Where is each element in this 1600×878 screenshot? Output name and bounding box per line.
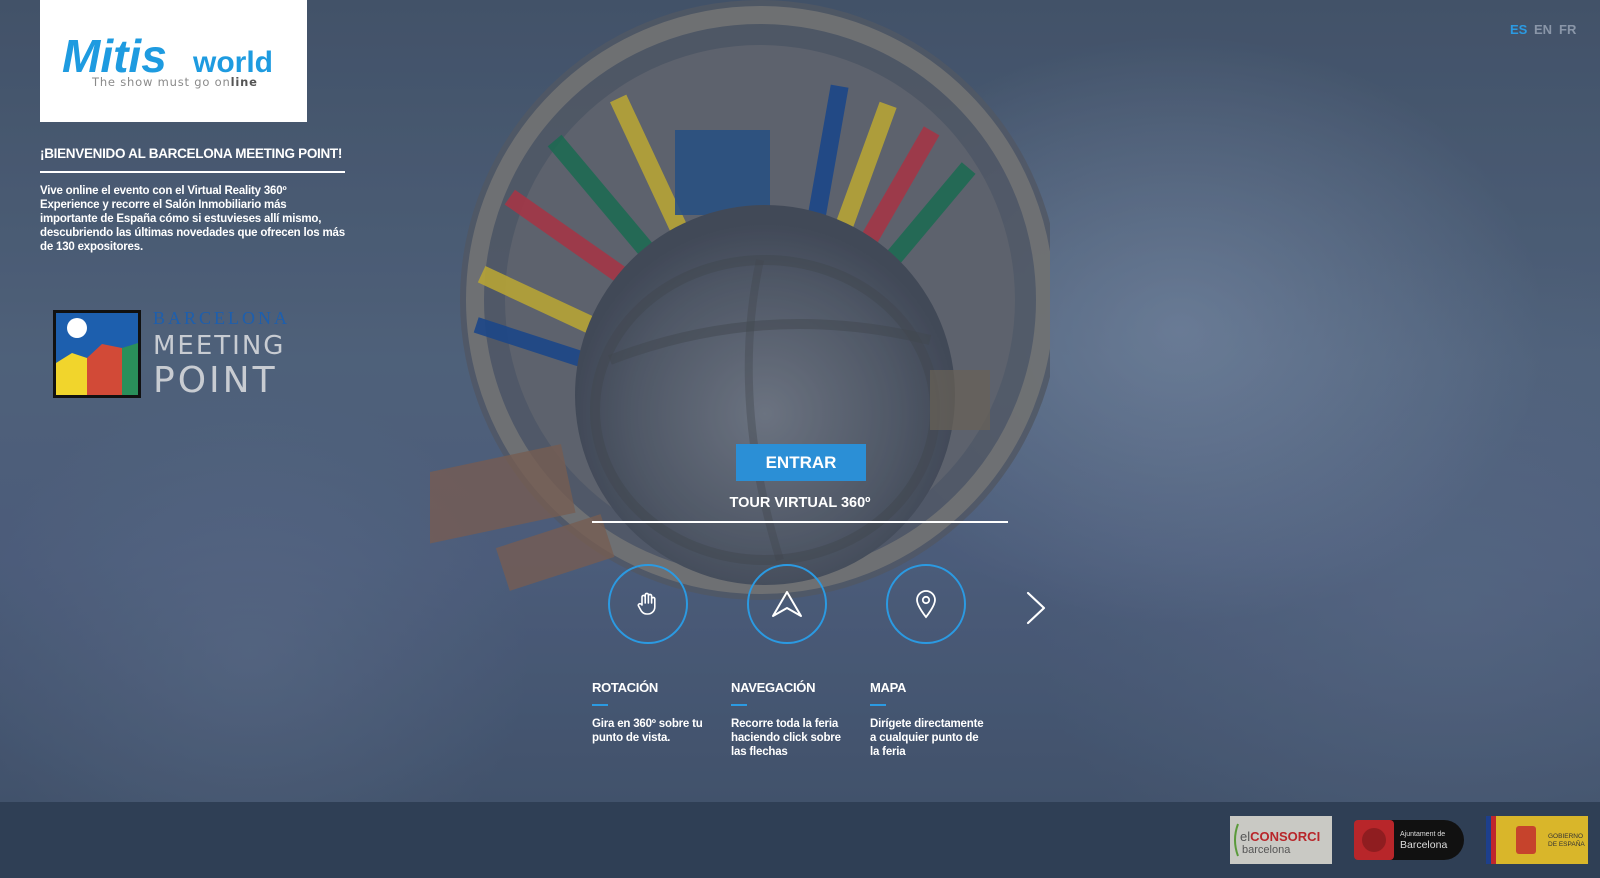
svg-text:Barcelona: Barcelona [1400, 839, 1447, 851]
welcome-divider [40, 171, 345, 173]
navigation-description: Recorre toda la feria haciendo click sob… [731, 718, 841, 758]
tour-title: TOUR VIRTUAL 360º [729, 495, 871, 511]
tour-divider [592, 521, 1008, 523]
svg-text:barcelona: barcelona [1242, 844, 1291, 856]
mitisworld-logo-graphic: Mitis world The show must go online [62, 30, 273, 89]
bmp-logo-graphic: BARCELONA MEETING POINT [53, 308, 290, 401]
svg-text:GOBIERNO: GOBIERNO [1548, 833, 1583, 840]
gobierno-espana-logo[interactable]: GOBIERNO DE ESPAÑA [1486, 816, 1588, 864]
svg-text:BARCELONA: BARCELONA [153, 308, 290, 328]
mitisworld-logo[interactable]: Mitis world The show must go online [40, 0, 307, 122]
navigation-title: NAVEGACIÓN [731, 680, 816, 695]
chevron-right-icon[interactable] [1022, 590, 1050, 626]
map-feature-circle [886, 564, 966, 644]
welcome-title: ¡BIENVENIDO AL BARCELONA MEETING POINT! [40, 146, 343, 161]
svg-text:POINT: POINT [153, 360, 278, 401]
ajuntament-logo-graphic: Ajuntament de Barcelona [1354, 820, 1464, 860]
consorci-logo-graphic: elCONSORCI barcelona [1230, 816, 1332, 864]
enter-button[interactable]: ENTRAR [736, 444, 866, 481]
map-title: MAPA [870, 680, 907, 695]
navigation-dash [731, 704, 747, 706]
svg-text:The show must go online: The show must go online [91, 75, 258, 89]
navigation-arrow-icon [772, 591, 802, 617]
hand-icon [637, 592, 656, 615]
gobierno-logo-graphic: GOBIERNO DE ESPAÑA [1486, 816, 1588, 864]
rotation-feature-circle [608, 564, 688, 644]
rotation-title: ROTACIÓN [592, 680, 658, 695]
language-fr[interactable]: FR [1559, 22, 1576, 37]
welcome-text: Vive online el evento con el Virtual Rea… [40, 185, 345, 253]
rotation-dash [592, 704, 608, 706]
consorci-logo[interactable]: elCONSORCI barcelona [1230, 816, 1332, 864]
language-en[interactable]: EN [1534, 22, 1552, 37]
svg-text:MEETING: MEETING [153, 331, 285, 361]
map-description: Dirígete directamente a cualquier punto … [870, 718, 984, 758]
map-pin-icon [916, 590, 936, 619]
svg-text:DE ESPAÑA: DE ESPAÑA [1548, 839, 1585, 848]
barcelona-meeting-point-logo: BARCELONA MEETING POINT [52, 308, 302, 403]
language-es[interactable]: ES [1510, 22, 1527, 37]
rotation-description: Gira en 360º sobre tu punto de vista. [592, 718, 703, 744]
footer: elCONSORCI barcelona Ajuntament de Barce… [0, 802, 1600, 878]
svg-text:elCONSORCI: elCONSORCI [1240, 829, 1320, 844]
ajuntament-barcelona-logo[interactable]: Ajuntament de Barcelona [1354, 820, 1464, 860]
map-dash [870, 704, 886, 706]
svg-text:Ajuntament de: Ajuntament de [1400, 831, 1445, 838]
navigation-feature-circle [747, 564, 827, 644]
